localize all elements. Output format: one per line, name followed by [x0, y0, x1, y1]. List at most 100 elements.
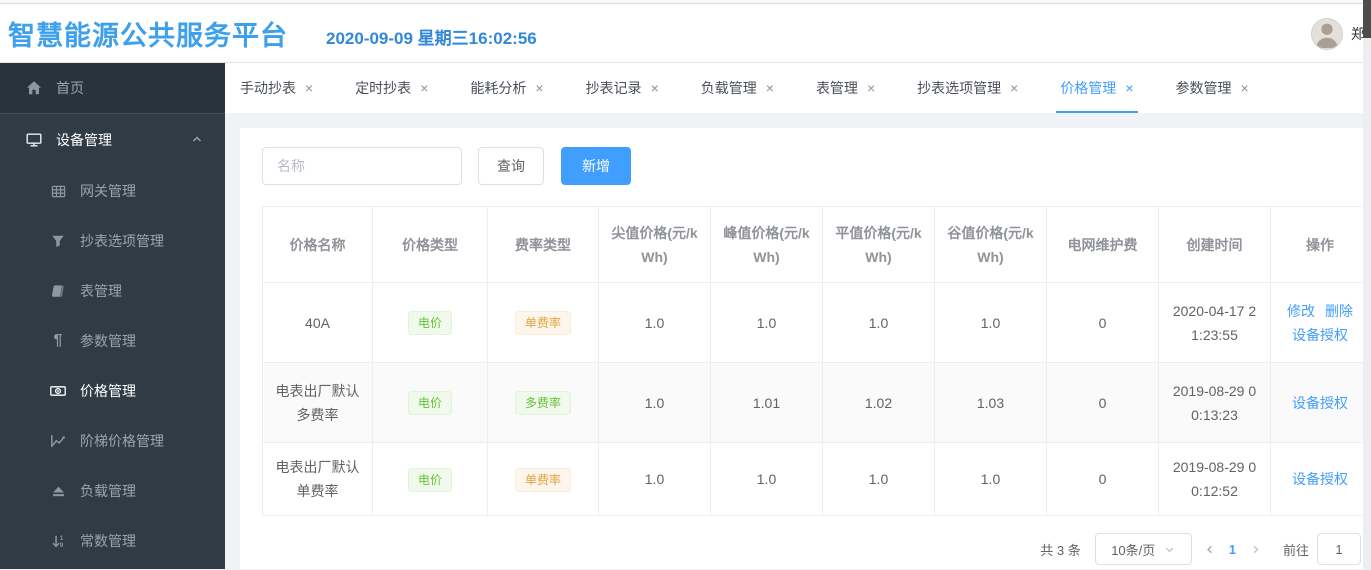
- device-auth-link[interactable]: 设备授权: [1292, 323, 1348, 347]
- table-header-row: 价格名称 价格类型 费率类型 尖值价格(元/kWh) 峰值价格(元/kWh) 平值价格(元…: [262, 206, 1370, 283]
- tab-label: 抄表记录: [585, 80, 642, 96]
- close-icon[interactable]: ×: [766, 81, 774, 95]
- sidebar-item-label: 参数管理: [80, 333, 136, 349]
- cell-valley-price: 1.0: [934, 442, 1047, 516]
- goto-label: 前往: [1282, 542, 1309, 558]
- sidebar-item-meter[interactable]: 表管理: [0, 266, 225, 316]
- device-auth-link[interactable]: 设备授权: [1292, 467, 1348, 491]
- tab-energy-analysis[interactable]: 能耗分析 ×: [470, 63, 543, 113]
- sidebar-item-meter-options[interactable]: 抄表选项管理: [0, 216, 225, 266]
- sidebar-group-device-management[interactable]: 设备管理: [0, 114, 225, 166]
- next-page-button[interactable]: [1250, 544, 1261, 555]
- tag-success: 电价: [407, 391, 452, 415]
- sidebar-item-label: 价格管理: [80, 383, 136, 399]
- sidebar-item-gateway[interactable]: 网关管理: [0, 166, 225, 216]
- sidebar: 首页 设备管理 网关管理抄表选项管理 表管理 ¶ 参数管理价格管理阶梯价格管理负载管理…: [0, 63, 225, 569]
- tab-load-management[interactable]: 负载管理 ×: [701, 63, 774, 113]
- close-icon[interactable]: ×: [1241, 81, 1249, 95]
- delete-link[interactable]: 删除: [1325, 299, 1353, 323]
- add-button[interactable]: 新增: [561, 147, 631, 185]
- table-header-cell: 尖值价格(元/kWh): [598, 206, 711, 283]
- table-header-cell: 价格名称: [262, 206, 373, 283]
- cell-flat-price: 1.0: [822, 442, 935, 516]
- close-icon[interactable]: ×: [1125, 81, 1133, 95]
- table-row: 电表出厂默认单费率 电价 单费率 1.0 1.0 1.0 1.0 0 2019-08-29 00…: [262, 442, 1370, 516]
- table-header-cell: 谷值价格(元/kWh): [934, 206, 1047, 283]
- sidebar-submenu: 网关管理抄表选项管理 表管理 ¶ 参数管理价格管理阶梯价格管理负载管理 1 9 常数管理: [0, 166, 225, 566]
- tab-meter-options-management[interactable]: 抄表选项管理 ×: [917, 63, 1018, 113]
- page-size-select[interactable]: 10条/页: [1094, 533, 1192, 565]
- chevron-right-icon: [1253, 545, 1259, 553]
- tab-label: 表管理: [815, 80, 858, 96]
- table-header-cell: 电网维护费: [1046, 206, 1159, 283]
- sidebar-item-home[interactable]: 首页: [0, 63, 225, 114]
- cell-price-type: 电价: [372, 442, 488, 516]
- table-header-cell: 操作: [1270, 206, 1370, 283]
- eject-icon: [50, 483, 66, 499]
- cell-valley-price: 1.03: [934, 362, 1047, 443]
- tab-reading-records[interactable]: 抄表记录 ×: [586, 63, 659, 113]
- tab-scheduled-reading[interactable]: 定时抄表 ×: [355, 63, 428, 113]
- pagination-total: 共 3 条: [1040, 542, 1081, 558]
- content-background: 查询 新增 价格名称价格类型费率类型尖值价格(元/kWh)峰值价格(元/kWh)…: [225, 113, 1371, 569]
- sidebar-item-load[interactable]: 负载管理: [0, 466, 225, 516]
- tab-label: 负载管理: [700, 80, 757, 96]
- prev-page-button[interactable]: [1204, 544, 1215, 555]
- cell-peak-price: 1.0: [710, 442, 823, 516]
- sidebar-item-label: 负载管理: [80, 483, 136, 499]
- close-icon[interactable]: ×: [651, 81, 659, 95]
- monitor-icon: [26, 132, 42, 148]
- close-icon[interactable]: ×: [867, 81, 875, 95]
- sidebar-item-constants[interactable]: 1 9 常数管理: [0, 516, 225, 566]
- cell-grid-maintenance-fee: 0: [1046, 282, 1159, 363]
- cell-sharp-price: 1.0: [598, 362, 711, 443]
- chevron-up-icon: [191, 132, 203, 148]
- cell-price-type: 电价: [372, 282, 488, 363]
- sidebar-item-label: 抄表选项管理: [80, 233, 164, 249]
- book-icon: [50, 283, 66, 299]
- cell-rate-type: 单费率: [487, 282, 599, 363]
- cell-actions: 设备授权: [1270, 442, 1370, 516]
- cell-peak-price: 1.0: [710, 282, 823, 363]
- sidebar-item-label: 首页: [56, 80, 84, 96]
- sidebar-item-params[interactable]: ¶ 参数管理: [0, 316, 225, 366]
- cell-rate-type: 多费率: [487, 362, 599, 443]
- table-header-cell: 峰值价格(元/kWh): [710, 206, 823, 283]
- scrollbar-thumb[interactable]: [1363, 0, 1371, 38]
- cell-created-time: 2019-08-29 00:13:23: [1158, 362, 1271, 443]
- tab-label: 手动抄表: [240, 80, 296, 96]
- page-number[interactable]: 1: [1229, 542, 1236, 557]
- tab-manual-reading[interactable]: 手动抄表 ×: [240, 63, 313, 113]
- cell-flat-price: 1.0: [822, 282, 935, 363]
- header-user[interactable]: 郑: [1311, 18, 1365, 50]
- sidebar-item-tier-price[interactable]: 阶梯价格管理: [0, 416, 225, 466]
- svg-text:1: 1: [59, 535, 63, 542]
- line-chart-icon: [50, 433, 66, 449]
- sort-numeric-icon: 19: [50, 533, 66, 549]
- edit-link[interactable]: 修改: [1287, 299, 1315, 323]
- table-header-cell: 平值价格(元/kWh): [822, 206, 935, 283]
- search-input[interactable]: [262, 147, 462, 185]
- cell-price-name: 40A: [262, 282, 373, 363]
- close-icon[interactable]: ×: [305, 81, 313, 95]
- goto-page-input[interactable]: [1316, 533, 1361, 565]
- close-icon[interactable]: ×: [1010, 81, 1018, 95]
- close-icon[interactable]: ×: [535, 81, 543, 95]
- tab-meter-management[interactable]: 表管理 ×: [816, 63, 875, 113]
- sidebar-item-label: 表管理: [80, 283, 122, 299]
- tag-success: 电价: [407, 467, 452, 492]
- sidebar-item-price[interactable]: 价格管理: [0, 366, 225, 416]
- tab-param-management[interactable]: 参数管理 ×: [1176, 63, 1249, 113]
- price-management-panel: 查询 新增 价格名称价格类型费率类型尖值价格(元/kWh)峰值价格(元/kWh)…: [240, 128, 1371, 569]
- table-body: 40A 电价 单费率 1.0 1.0 1.0 1.0 0 2020-04-17 21:23:55…: [262, 282, 1370, 516]
- price-table: 价格名称 价格类型 费率类型 尖值价格(元/kWh) 峰值价格(元/kWh) 平值价格(元…: [262, 206, 1370, 516]
- device-auth-link[interactable]: 设备授权: [1292, 391, 1348, 415]
- user-avatar[interactable]: [1311, 18, 1343, 50]
- app-title: 智慧能源公共服务平台: [8, 20, 288, 51]
- vertical-scrollbar[interactable]: [1363, 0, 1371, 570]
- query-button[interactable]: 查询: [478, 147, 544, 185]
- tag-success: 多费率: [514, 391, 571, 415]
- close-icon[interactable]: ×: [420, 81, 428, 95]
- pilcrow-icon: ¶: [53, 332, 63, 349]
- tab-price-management[interactable]: 价格管理 ×: [1056, 63, 1138, 113]
